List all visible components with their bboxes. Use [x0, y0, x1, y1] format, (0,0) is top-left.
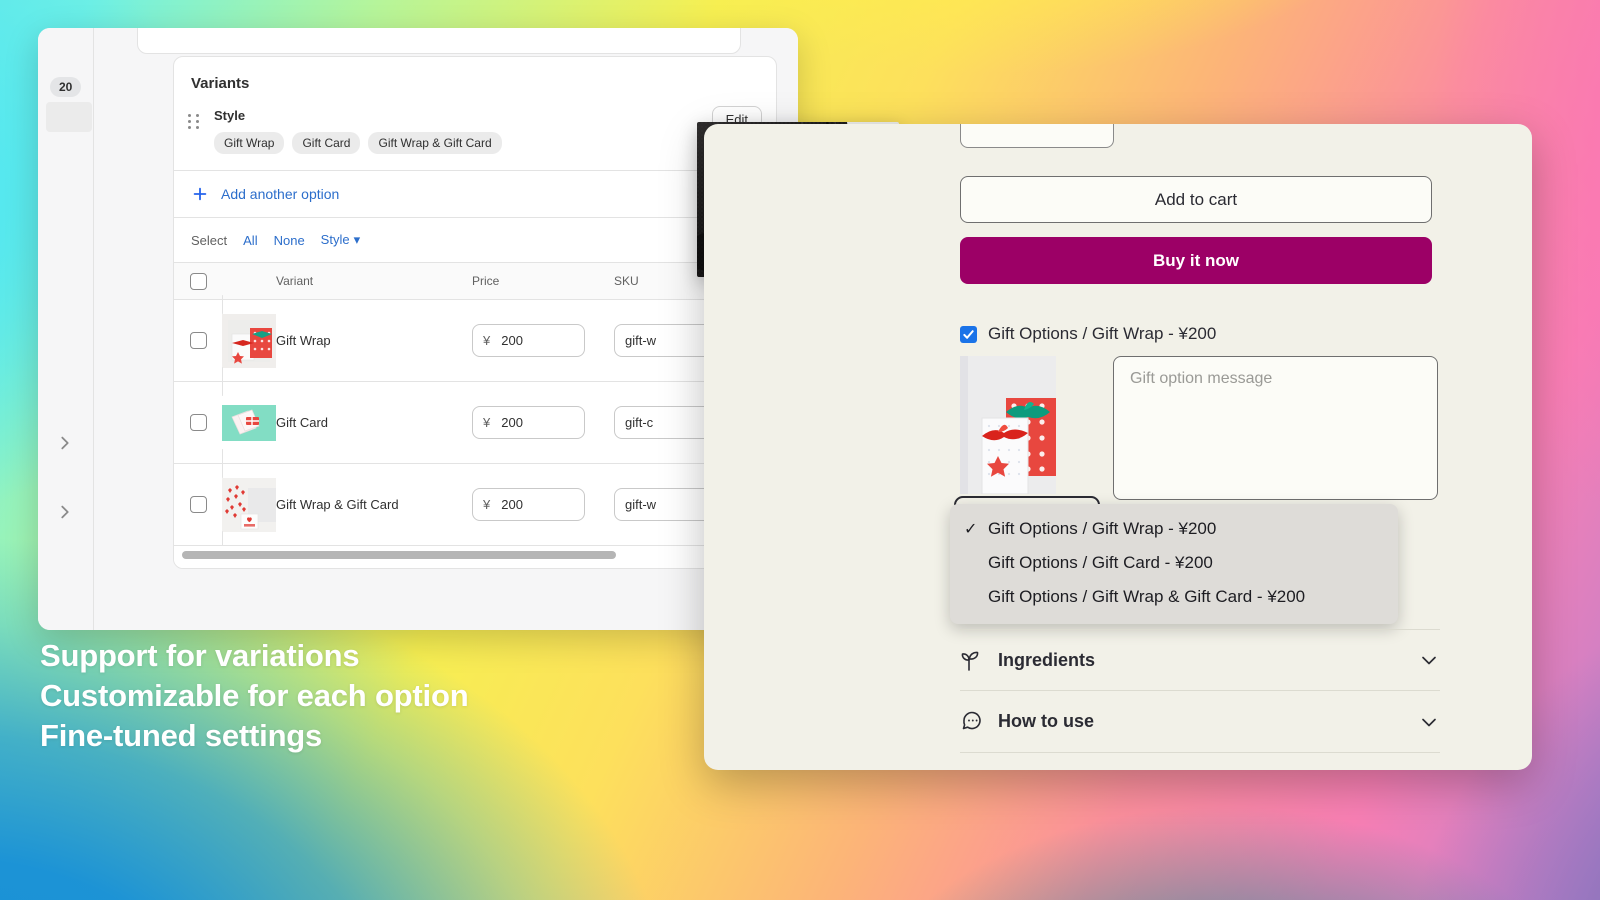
product-accordion: Ingredients How to use	[960, 629, 1440, 753]
option-name: Style	[214, 108, 246, 123]
dropdown-item-label: Gift Options / Gift Wrap & Gift Card - ¥…	[988, 587, 1306, 606]
currency-symbol: ¥	[483, 497, 491, 512]
price-input[interactable]: ¥ 200	[472, 406, 585, 439]
price-input[interactable]: ¥ 200	[472, 488, 585, 521]
option-row-style: Style Gift Wrap Gift Card Gift Wrap & Gi…	[174, 106, 776, 170]
admin-sidebar: 20	[38, 28, 94, 630]
variant-thumbnail	[222, 294, 276, 386]
marketing-line-3: Fine-tuned settings	[40, 718, 323, 753]
variants-table-header: Variant Price SKU	[174, 262, 776, 300]
select-style-dropdown[interactable]: Style ▾	[321, 232, 360, 248]
gift-option-dropdown: ✓ Gift Options / Gift Wrap - ¥200 Gift O…	[950, 504, 1398, 624]
price-value: 200	[501, 415, 523, 430]
variant-name: Gift Wrap	[276, 333, 331, 348]
add-another-option-label: Add another option	[221, 186, 340, 202]
add-another-option-button[interactable]: Add another option	[174, 171, 776, 217]
dropdown-item[interactable]: ✓ Gift Options / Gift Wrap - ¥200	[950, 512, 1398, 546]
table-row: Gift Wrap ¥ 200 gift-w Edit	[174, 294, 776, 386]
dropdown-item-label: Gift Options / Gift Card - ¥200	[988, 553, 1213, 572]
admin-content: Tags Find o Variants Style Gift Wrap Gif…	[94, 28, 798, 630]
storefront-panel: Add to cart Buy it now Gift Options / Gi…	[704, 124, 1532, 770]
gift-option-checkbox-row[interactable]: Gift Options / Gift Wrap - ¥200	[960, 324, 1216, 344]
plus-icon	[191, 185, 209, 203]
variant-select-bar: Select All None Style▾ Add varia	[174, 218, 776, 262]
select-all-checkbox[interactable]	[174, 272, 222, 290]
row-checkbox[interactable]	[174, 414, 222, 431]
table-row: Gift Wrap & Gift Card ¥ 200 gift-w Edit	[174, 458, 776, 550]
chevron-down-icon[interactable]	[1418, 649, 1440, 671]
variants-title: Variants	[191, 75, 250, 92]
drag-handle-icon[interactable]	[188, 114, 202, 129]
accordion-row-how-to-use[interactable]: How to use	[960, 691, 1440, 753]
option-chip: Gift Wrap	[214, 132, 285, 154]
sidebar-chevron-right-icon-2[interactable]	[56, 503, 74, 521]
dropdown-item[interactable]: Gift Options / Gift Wrap & Gift Card - ¥…	[950, 580, 1398, 614]
option-value-chips: Gift Wrap Gift Card Gift Wrap & Gift Car…	[214, 132, 502, 154]
horizontal-scrollbar[interactable]	[174, 546, 776, 568]
buy-it-now-button[interactable]: Buy it now	[960, 237, 1432, 284]
marketing-copy: Support for variations Customizable for …	[40, 636, 469, 756]
dropdown-item[interactable]: Gift Options / Gift Card - ¥200	[950, 546, 1398, 580]
column-header-price: Price	[472, 274, 500, 288]
gift-option-checkbox[interactable]	[960, 325, 977, 343]
variants-card: Variants Style Gift Wrap Gift Card Gift …	[173, 56, 777, 569]
variant-price-cell: ¥ 200	[472, 324, 614, 357]
sidebar-chevron-right-icon-1[interactable]	[56, 434, 74, 452]
accordion-label: Ingredients	[998, 649, 1096, 670]
variant-price-cell: ¥ 200	[472, 406, 614, 439]
sprout-icon	[960, 647, 998, 673]
variant-thumbnail	[222, 376, 276, 468]
variant-thumbnail	[222, 458, 276, 550]
admin-window: 20 Tags Find o Variants Style	[38, 28, 798, 630]
option-chip: Gift Wrap & Gift Card	[368, 132, 502, 154]
currency-symbol: ¥	[483, 333, 491, 348]
row-checkbox[interactable]	[174, 496, 222, 513]
sidebar-count-badge: 20	[50, 77, 82, 97]
price-input[interactable]: ¥ 200	[472, 324, 585, 357]
add-to-cart-button[interactable]: Add to cart	[960, 176, 1432, 223]
gift-option-thumbnail	[960, 356, 1056, 494]
variant-price-cell: ¥ 200	[472, 488, 614, 521]
select-style-label: Style	[320, 232, 350, 247]
sidebar-placeholder-block	[46, 102, 92, 132]
gift-message-textarea[interactable]: Gift option message	[1113, 356, 1438, 500]
dropdown-item-label: Gift Options / Gift Wrap - ¥200	[988, 519, 1217, 538]
table-row: Gift Card ¥ 200 gift-c Edit	[174, 376, 776, 468]
price-value: 200	[501, 497, 523, 512]
marketing-line-2: Customizable for each option	[40, 678, 469, 713]
chat-bubble-icon	[960, 709, 998, 735]
variant-name: Gift Card	[276, 415, 329, 430]
currency-symbol: ¥	[483, 415, 491, 430]
quantity-stepper[interactable]	[960, 124, 1114, 148]
check-icon: ✓	[964, 521, 978, 538]
scrollbar-thumb[interactable]	[182, 551, 616, 559]
select-label: Select	[191, 232, 228, 248]
partial-card-above	[137, 28, 741, 54]
marketing-line-1: Support for variations	[40, 638, 360, 673]
select-all-link[interactable]: All	[243, 233, 257, 248]
option-chip: Gift Card	[292, 132, 361, 154]
chevron-down-icon[interactable]	[1418, 711, 1440, 733]
column-header-variant: Variant	[276, 274, 314, 288]
variant-name: Gift Wrap & Gift Card	[276, 497, 399, 512]
row-checkbox[interactable]	[174, 332, 222, 349]
gift-option-label: Gift Options / Gift Wrap - ¥200	[988, 324, 1217, 343]
accordion-row-ingredients[interactable]: Ingredients	[960, 629, 1440, 691]
accordion-label: How to use	[998, 711, 1095, 731]
chevron-down-icon: ▾	[353, 232, 361, 247]
price-value: 200	[501, 333, 523, 348]
select-none-link[interactable]: None	[274, 233, 305, 248]
